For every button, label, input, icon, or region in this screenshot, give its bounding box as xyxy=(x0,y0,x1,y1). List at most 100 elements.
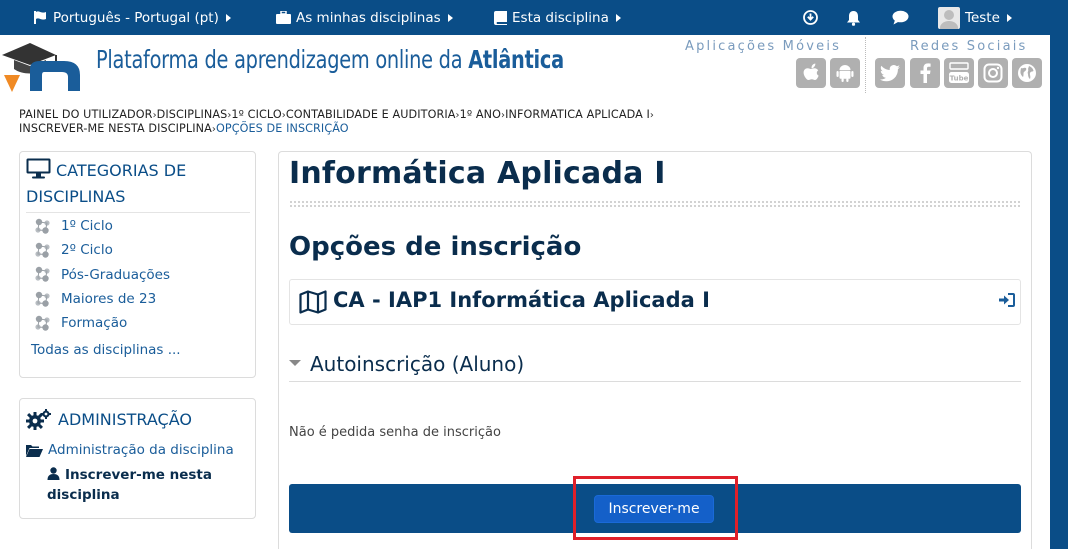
youtube-icon: Tube xyxy=(949,62,969,83)
this-course-menu[interactable]: Esta disciplina xyxy=(494,0,621,35)
course-administration-label: Administração da disciplina xyxy=(48,442,234,458)
category-icon xyxy=(35,291,50,307)
messages-button[interactable] xyxy=(892,0,909,35)
breadcrumb-courses[interactable]: DISCIPLINAS xyxy=(157,108,228,121)
category-item-over-23[interactable]: Maiores de 23 xyxy=(34,287,170,311)
site-title[interactable]: Plataforma de aprendizagem online da Atl… xyxy=(96,45,564,74)
category-label: Maiores de 23 xyxy=(61,291,157,308)
administration-title: ADMINISTRAÇÃO xyxy=(58,410,192,429)
folder-open-icon xyxy=(26,444,43,457)
sign-in-icon[interactable] xyxy=(999,293,1015,307)
download-button[interactable] xyxy=(803,0,818,35)
no-password-note: Não é pedida senha de inscrição xyxy=(289,425,501,440)
twitter-button[interactable] xyxy=(875,58,905,88)
svg-text:Tube: Tube xyxy=(950,74,969,82)
website-button[interactable] xyxy=(1012,58,1042,88)
category-label: Pós-Graduações xyxy=(61,266,171,283)
social-networks-label: Redes Sociais xyxy=(910,39,1028,54)
instagram-button[interactable] xyxy=(978,58,1008,88)
main-content: Informática Aplicada I Opções de inscriç… xyxy=(278,151,1032,549)
flag-icon xyxy=(34,11,46,24)
breadcrumb-category-year[interactable]: 1º ANO xyxy=(460,108,501,121)
my-courses-menu[interactable]: As minhas disciplinas xyxy=(276,0,453,35)
monitor-icon xyxy=(26,158,51,179)
language-menu[interactable]: Português - Portugal (pt) xyxy=(34,0,231,35)
collapse-caret-icon xyxy=(289,359,301,366)
enrolment-options-heading: Opções de inscrição xyxy=(289,232,582,262)
self-enrolment-title: Autoinscrição (Aluno) xyxy=(310,351,525,376)
caret-right-icon xyxy=(615,13,621,22)
self-enrolment-section[interactable]: Autoinscrição (Aluno) xyxy=(289,346,1021,382)
breadcrumb-category-accounting[interactable]: CONTABILIDADE E AUDITORIA xyxy=(286,108,456,121)
category-item-training[interactable]: Formação xyxy=(34,311,170,335)
category-item-postgrad[interactable]: Pós-Graduações xyxy=(34,263,170,287)
enrol-button-bar: Inscrever-me xyxy=(289,484,1021,533)
enrol-me-button[interactable]: Inscrever-me xyxy=(594,495,714,523)
chat-icon xyxy=(892,10,909,25)
category-icon xyxy=(35,267,50,282)
site-logo[interactable] xyxy=(0,35,90,95)
site-header: Plataforma de aprendizagem online da Atl… xyxy=(0,35,1050,98)
this-course-label: Esta disciplina xyxy=(512,9,609,26)
android-icon xyxy=(836,65,854,82)
mobile-apps-label: Aplicações Móveis xyxy=(685,39,842,54)
category-icon xyxy=(35,242,50,258)
caret-right-icon xyxy=(447,13,453,22)
user-menu[interactable]: Teste xyxy=(938,0,1012,35)
twitter-icon xyxy=(880,64,900,81)
user-icon xyxy=(47,467,60,480)
breadcrumb-separator: › xyxy=(649,110,655,121)
course-box: CA - IAP1 Informática Aplicada I xyxy=(289,279,1021,325)
categories-header: CATEGORIAS DE DISCIPLINAS xyxy=(26,158,250,213)
course-categories-block: CATEGORIAS DE DISCIPLINAS 1º Ciclo 2º Ci… xyxy=(19,151,256,378)
category-item-2nd-cycle[interactable]: 2º Ciclo xyxy=(34,238,170,262)
site-title-brand: Atlântica xyxy=(468,45,564,74)
enrol-me-item[interactable]: Inscrever-me nesta disciplina xyxy=(47,465,252,505)
breadcrumb-current: OPÇÕES DE INSCRIÇÃO xyxy=(215,122,349,135)
breadcrumb-dashboard[interactable]: PAINEL DO UTILIZADOR xyxy=(19,108,153,121)
administration-header: ADMINISTRAÇÃO xyxy=(26,407,192,433)
category-label: 2º Ciclo xyxy=(61,242,113,259)
facebook-button[interactable] xyxy=(910,58,940,88)
apple-app-button[interactable] xyxy=(796,58,826,88)
category-icon xyxy=(35,315,50,331)
map-icon xyxy=(299,290,327,314)
user-name: Teste xyxy=(965,9,1000,26)
course-name[interactable]: CA - IAP1 Informática Aplicada I xyxy=(333,288,710,312)
breadcrumb-course[interactable]: INFORMATICA APLICADA I xyxy=(505,108,650,121)
facebook-icon xyxy=(920,63,931,83)
top-navbar: Português - Portugal (pt) As minhas disc… xyxy=(0,0,1068,35)
administration-block: ADMINISTRAÇÃO Administração da disciplin… xyxy=(19,398,256,519)
language-label: Português - Portugal (pt) xyxy=(53,9,219,26)
header-divider xyxy=(865,37,866,93)
youtube-button[interactable]: Tube xyxy=(944,58,974,88)
book-icon xyxy=(494,10,507,25)
briefcase-icon xyxy=(276,11,291,24)
instagram-icon xyxy=(983,63,1003,83)
my-courses-label: As minhas disciplinas xyxy=(296,9,441,26)
avatar xyxy=(938,6,960,29)
dotted-divider xyxy=(289,200,1021,208)
enrol-me-label: Inscrever-me nesta disciplina xyxy=(47,467,212,503)
category-icon xyxy=(35,218,50,234)
apple-icon xyxy=(803,63,819,80)
category-label: Formação xyxy=(61,315,128,332)
course-heading: Informática Aplicada I xyxy=(289,156,666,191)
all-courses-link[interactable]: Todas as disciplinas ... xyxy=(31,342,181,358)
download-icon xyxy=(803,10,818,25)
breadcrumb: PAINEL DO UTILIZADOR›DISCIPLINAS›1º CICL… xyxy=(19,108,1044,136)
notifications-button[interactable] xyxy=(846,0,861,35)
breadcrumb-category-1st-cycle[interactable]: 1º CICLO xyxy=(231,108,281,121)
cogs-icon xyxy=(26,409,51,430)
globe-icon xyxy=(1018,64,1036,82)
site-title-prefix: Plataforma de aprendizagem online da xyxy=(96,45,469,74)
caret-right-icon xyxy=(1006,13,1012,22)
android-app-button[interactable] xyxy=(830,58,860,88)
category-label: 1º Ciclo xyxy=(61,218,113,235)
page-edge-strip xyxy=(1050,35,1068,549)
caret-right-icon xyxy=(225,13,231,22)
breadcrumb-enrol-me[interactable]: INSCREVER-ME NESTA DISCIPLINA xyxy=(19,122,212,135)
course-administration-item[interactable]: Administração da disciplina xyxy=(26,442,234,458)
category-item-1st-cycle[interactable]: 1º Ciclo xyxy=(34,214,170,238)
categories-list: 1º Ciclo 2º Ciclo Pós-Graduações Maiores… xyxy=(34,214,170,335)
